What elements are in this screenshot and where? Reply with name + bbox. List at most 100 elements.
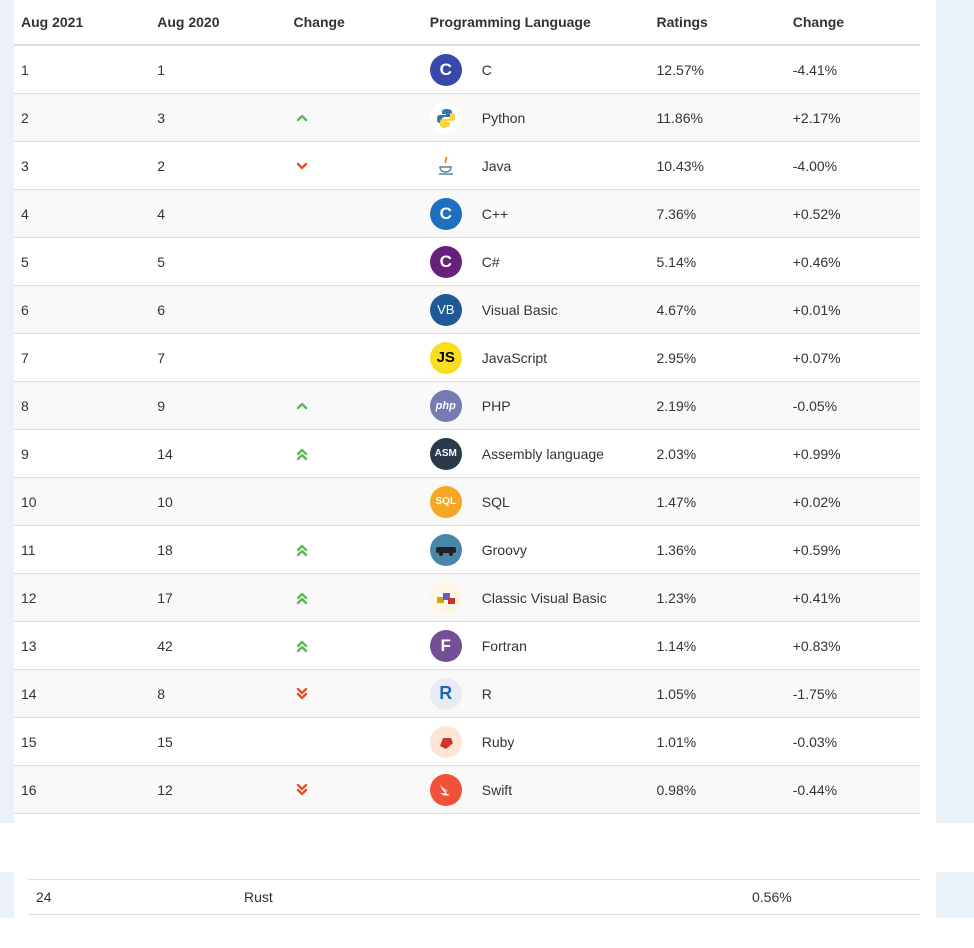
language-cell-content: Groovy <box>429 533 650 566</box>
table-row: 24 Rust 0.56% <box>28 879 920 915</box>
rank-2020-cell: 7 <box>150 333 287 382</box>
language-name[interactable]: Visual Basic <box>482 302 558 318</box>
swift-bird-shape <box>439 784 450 796</box>
language-name[interactable]: Python <box>482 110 526 126</box>
rank-2020-cell: 17 <box>150 573 287 622</box>
java-cup-shape <box>438 155 453 175</box>
header-ratings-change[interactable]: Change <box>785 0 920 46</box>
language-cell-content: Java <box>429 149 650 182</box>
tiobe-index-table: Aug 2021 Aug 2020 Change Programming Lan… <box>14 0 920 814</box>
rank-2021-cell: 10 <box>14 477 151 526</box>
rating-cell: 2.19% <box>649 381 786 430</box>
language-name[interactable]: C++ <box>482 206 508 222</box>
classic-vb-logo-icon <box>429 581 462 614</box>
rating-change-cell: +0.02% <box>785 477 920 526</box>
language-cell-content: Python <box>429 101 650 134</box>
language-name[interactable]: Classic Visual Basic <box>482 590 607 606</box>
rank-2020-cell: 8 <box>150 669 287 718</box>
header-programming-language[interactable]: Programming Language <box>422 0 650 46</box>
language-cell-content: php PHP <box>429 389 650 422</box>
header-change[interactable]: Change <box>286 0 423 46</box>
language-name[interactable]: Java <box>482 158 512 174</box>
rank-2020-cell: 42 <box>150 621 287 670</box>
change-cell <box>286 237 423 286</box>
change-cell <box>286 717 423 766</box>
arrow-up-double-icon <box>296 448 307 461</box>
arrow-down-icon <box>296 162 307 170</box>
header-aug-2021[interactable]: Aug 2021 <box>14 0 151 46</box>
change-cell <box>286 429 423 478</box>
table-row: 16 12 Swift 0.98% -0.44% <box>14 765 920 814</box>
language-cell: Python <box>422 93 650 142</box>
language-cell: Java <box>422 141 650 190</box>
language-cell: C C# <box>422 237 650 286</box>
language-name[interactable]: JavaScript <box>482 350 547 366</box>
rank-2020-cell: 4 <box>150 189 287 238</box>
js-logo-icon: JS <box>429 341 462 374</box>
rating-cell: 0.56% <box>744 879 920 915</box>
cpp-logo-icon: C <box>429 197 462 230</box>
language-cell-content: Classic Visual Basic <box>429 581 650 614</box>
change-cell <box>286 573 423 622</box>
rank-2021-cell: 5 <box>14 237 151 286</box>
rating-change-cell: -1.75% <box>785 669 920 718</box>
language-cell-content: C C# <box>429 245 650 278</box>
rating-cell: 7.36% <box>649 189 786 238</box>
rating-change-cell: +0.99% <box>785 429 920 478</box>
c-logo-icon: C <box>429 53 462 86</box>
rank-2021-cell: 8 <box>14 381 151 430</box>
rating-cell: 1.01% <box>649 717 786 766</box>
change-cell <box>286 141 423 190</box>
rank-2020-cell: 14 <box>150 429 287 478</box>
table-row: 4 4 C C++ 7.36% +0.52% <box>14 189 920 238</box>
change-cell <box>286 93 423 142</box>
sql-logo-icon: SQL <box>429 485 462 518</box>
language-cell: ASM Assembly language <box>422 429 650 478</box>
rank-2021-cell: 1 <box>14 45 151 94</box>
language-name[interactable]: Ruby <box>482 734 515 750</box>
language-name[interactable]: Groovy <box>482 542 527 558</box>
rating-cell: 2.95% <box>649 333 786 382</box>
rank-2021-cell: 15 <box>14 717 151 766</box>
ruby-gem-shape <box>439 737 453 749</box>
table-row: 7 7 JS JavaScript 2.95% +0.07% <box>14 333 920 382</box>
rating-cell: 12.57% <box>649 45 786 94</box>
language-name[interactable]: Assembly language <box>482 446 604 462</box>
vb-logo-icon: VB <box>429 293 462 326</box>
language-cell-content: Swift <box>429 773 650 806</box>
table-row: 1 1 C C 12.57% -4.41% <box>14 45 920 94</box>
java-logo-icon <box>429 149 462 182</box>
rating-cell: 5.14% <box>649 237 786 286</box>
header-ratings[interactable]: Ratings <box>649 0 786 46</box>
arrow-up-double-icon <box>296 592 307 605</box>
rating-cell: 11.86% <box>649 93 786 142</box>
language-name[interactable]: Fortran <box>482 638 527 654</box>
table-row: 3 2 Java 10.43% -4.00% <box>14 141 920 190</box>
classic-vb-blocks-shape <box>436 592 455 604</box>
language-cell: SQL SQL <box>422 477 650 526</box>
language-cell: VB Visual Basic <box>422 285 650 334</box>
arrow-up-icon <box>296 114 307 122</box>
change-cell <box>286 669 423 718</box>
header-aug-2020[interactable]: Aug 2020 <box>150 0 287 46</box>
change-cell <box>286 477 423 526</box>
change-cell <box>286 765 423 814</box>
arrow-up-icon <box>296 402 307 410</box>
table-row: 10 10 SQL SQL 1.47% +0.02% <box>14 477 920 526</box>
rating-change-cell: -4.00% <box>785 141 920 190</box>
language-name[interactable]: C <box>482 62 492 78</box>
r-logo-icon: R <box>429 677 462 710</box>
rating-change-cell: +0.41% <box>785 573 920 622</box>
language-name[interactable]: C# <box>482 254 500 270</box>
language-name[interactable]: SQL <box>482 494 510 510</box>
table-body: 1 1 C C 12.57% -4.41% 2 3 Python 11.86% +2.17% 3 2 Ja… <box>14 45 920 814</box>
rank-2021-cell: 16 <box>14 765 151 814</box>
language-name: Rust <box>236 879 744 915</box>
language-name[interactable]: R <box>482 686 492 702</box>
rank-2020-cell: 6 <box>150 285 287 334</box>
language-cell-content: JS JavaScript <box>429 341 650 374</box>
language-name[interactable]: PHP <box>482 398 511 414</box>
rank-2021-cell: 12 <box>14 573 151 622</box>
csharp-logo-icon: C <box>429 245 462 278</box>
language-name[interactable]: Swift <box>482 782 512 798</box>
